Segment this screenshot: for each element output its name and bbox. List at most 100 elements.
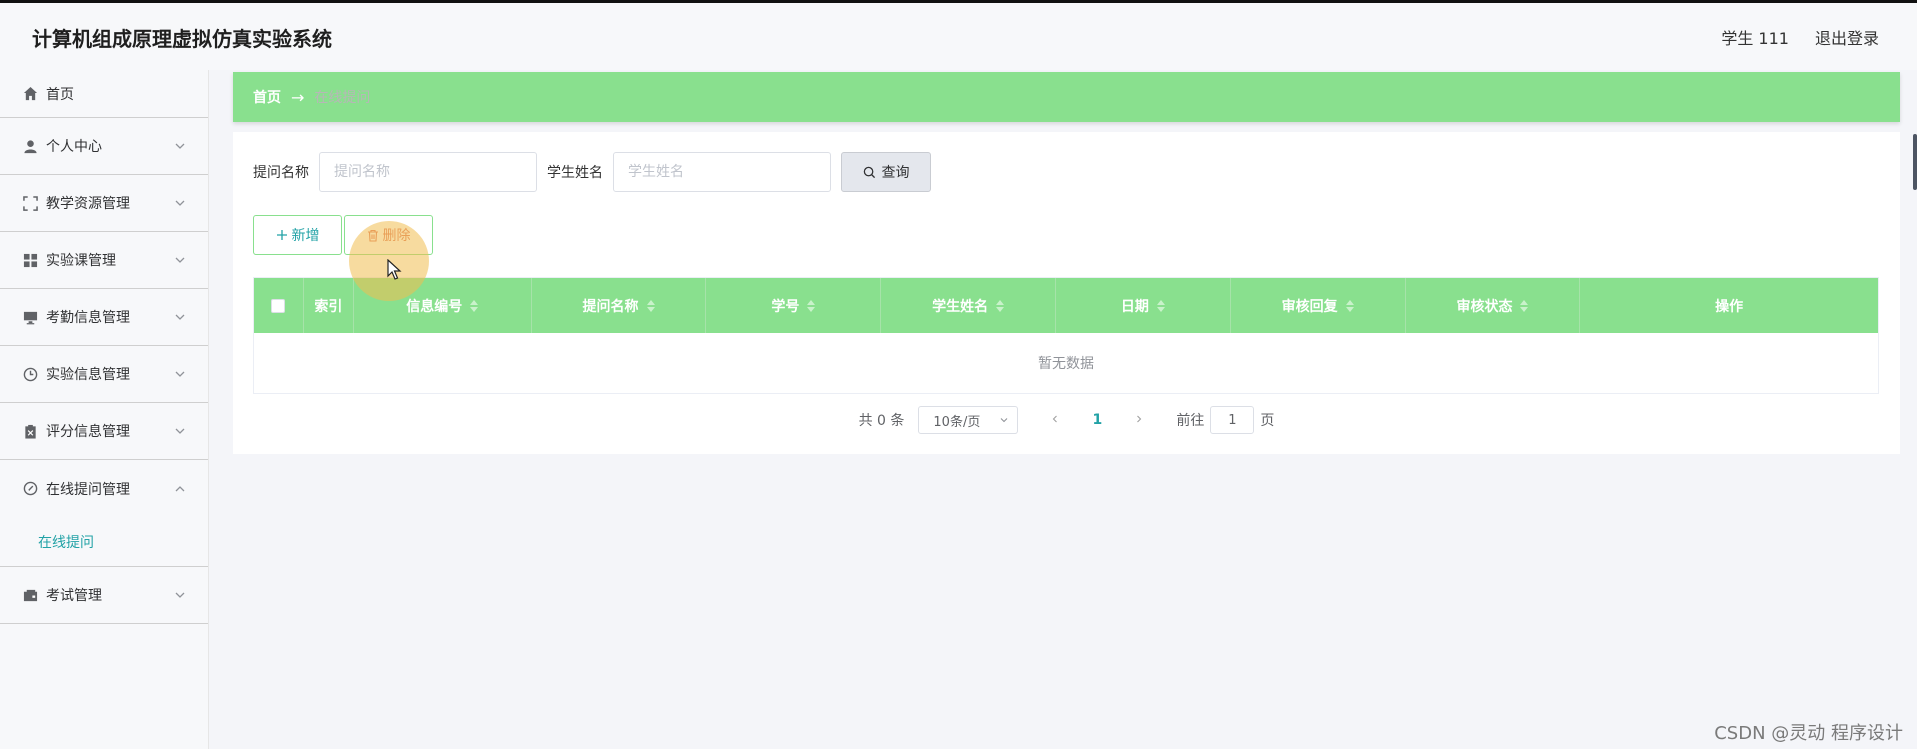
sidebar-item-scoring[interactable]: 评分信息管理 bbox=[0, 403, 208, 460]
column-header-label: 学号 bbox=[771, 298, 800, 315]
clipboard-icon bbox=[22, 423, 38, 439]
main-panel: 提问名称 学生姓名 查询 新增 删除 索引 信息编号 bbox=[233, 132, 1900, 454]
sort-icon[interactable] bbox=[996, 299, 1005, 312]
grid-icon bbox=[22, 252, 38, 268]
sidebar-item-label: 考勤信息管理 bbox=[46, 310, 130, 326]
breadcrumb-arrow: → bbox=[291, 87, 305, 107]
sort-icon[interactable] bbox=[1156, 299, 1165, 312]
chevron-down-icon bbox=[175, 257, 185, 263]
chevron-down-icon bbox=[175, 200, 185, 206]
user-icon bbox=[22, 138, 38, 154]
select-all-checkbox[interactable] bbox=[271, 298, 286, 313]
query-button-label: 查询 bbox=[881, 165, 910, 181]
watermark: CSDN @灵动 程序设计 bbox=[1714, 723, 1903, 744]
sidebar-item-label: 评分信息管理 bbox=[46, 424, 130, 440]
goto-page-input[interactable] bbox=[1210, 406, 1255, 434]
fullscreen-icon bbox=[22, 195, 38, 211]
chevron-down-icon bbox=[175, 143, 185, 149]
column-header-label: 审核状态 bbox=[1456, 298, 1513, 315]
column-header-review-reply[interactable]: 审核回复 bbox=[1231, 278, 1406, 333]
top-bar: 计算机组成原理虚拟仿真实验系统 学生 111 退出登录 bbox=[0, 0, 1917, 70]
sidebar-item-label: 教学资源管理 bbox=[46, 196, 130, 212]
logout-link[interactable]: 退出登录 bbox=[1815, 25, 1879, 49]
sidebar-item-label: 实验信息管理 bbox=[46, 367, 130, 383]
search-icon bbox=[863, 166, 875, 178]
sort-icon[interactable] bbox=[1520, 299, 1529, 312]
column-header-date[interactable]: 日期 bbox=[1056, 278, 1231, 333]
sidebar-item-label: 个人中心 bbox=[46, 139, 102, 155]
goto-label: 前往 bbox=[1176, 413, 1205, 429]
sidebar-item-personal-center[interactable]: 个人中心 bbox=[0, 118, 208, 175]
sidebar-item-teaching-resources[interactable]: 教学资源管理 bbox=[0, 175, 208, 232]
chevron-down-icon bbox=[1001, 418, 1008, 423]
wallet-icon bbox=[22, 587, 38, 603]
sidebar: 首页 个人中心 教学资源管理 实验课管理 考勤信息管理 实验信息管理 评分信息管… bbox=[0, 70, 209, 749]
select-all-cell bbox=[254, 278, 304, 333]
goto-suffix: 页 bbox=[1260, 413, 1275, 429]
sidebar-item-lab-course[interactable]: 实验课管理 bbox=[0, 232, 208, 289]
column-header-label: 学生姓名 bbox=[932, 298, 989, 315]
sort-icon[interactable] bbox=[807, 299, 816, 312]
column-header-question-name[interactable]: 提问名称 bbox=[532, 278, 707, 333]
app-title: 计算机组成原理虚拟仿真实验系统 bbox=[32, 27, 332, 51]
sort-icon[interactable] bbox=[646, 299, 655, 312]
table-empty-state: 暂无数据 bbox=[1038, 356, 1094, 372]
user-label[interactable]: 学生 111 bbox=[1721, 25, 1789, 49]
column-header-actions: 操作 bbox=[1580, 278, 1878, 333]
prev-page-button[interactable] bbox=[1040, 412, 1070, 428]
chevron-down-icon bbox=[175, 428, 185, 434]
pagination-total: 共 0 条 bbox=[858, 413, 905, 429]
add-button-label: 新增 bbox=[291, 228, 320, 244]
sidebar-item-online-questions[interactable]: 在线提问管理 bbox=[0, 460, 208, 517]
column-header-review-status[interactable]: 审核状态 bbox=[1406, 278, 1581, 333]
pagination: 共 0 条 10条/页 1 前往 页 bbox=[233, 406, 1900, 434]
column-header-label: 提问名称 bbox=[582, 298, 639, 315]
table-header: 索引 信息编号 提问名称 学号 学生姓名 日期 审核回复 审核状态 操作 bbox=[254, 278, 1878, 333]
sidebar-item-attendance[interactable]: 考勤信息管理 bbox=[0, 289, 208, 346]
query-button[interactable]: 查询 bbox=[841, 152, 931, 192]
page-size-value: 10条/页 bbox=[933, 414, 981, 430]
next-page-button[interactable] bbox=[1124, 412, 1154, 428]
chevron-up-icon bbox=[175, 485, 185, 491]
add-button[interactable]: 新增 bbox=[253, 215, 342, 255]
sidebar-item-home[interactable]: 首页 bbox=[0, 70, 208, 118]
column-header-student-id[interactable]: 学号 bbox=[706, 278, 882, 333]
scrollbar-thumb[interactable] bbox=[1913, 134, 1917, 190]
top-right-nav: 学生 111 退出登录 bbox=[1721, 25, 1879, 49]
column-header-student-name[interactable]: 学生姓名 bbox=[881, 278, 1056, 333]
breadcrumb-home[interactable]: 首页 bbox=[253, 87, 281, 107]
clock-icon bbox=[22, 366, 38, 382]
compass-icon bbox=[22, 481, 38, 497]
trash-icon bbox=[367, 229, 378, 242]
sidebar-item-label: 在线提问管理 bbox=[46, 481, 130, 498]
home-icon bbox=[22, 86, 38, 102]
plus-icon bbox=[276, 230, 287, 240]
sidebar-item-lab-info[interactable]: 实验信息管理 bbox=[0, 346, 208, 403]
column-header-label: 操作 bbox=[1715, 298, 1744, 315]
sidebar-item-label: 实验课管理 bbox=[46, 253, 116, 269]
chevron-left-icon bbox=[1053, 415, 1058, 423]
sidebar-item-label: 首页 bbox=[46, 86, 74, 103]
column-header-label: 审核回复 bbox=[1281, 298, 1338, 315]
search-form: 提问名称 学生姓名 查询 bbox=[253, 152, 931, 192]
column-header-info-id[interactable]: 信息编号 bbox=[354, 278, 532, 333]
question-name-input[interactable] bbox=[319, 152, 537, 192]
sidebar-subitem-online-question[interactable]: 在线提问 bbox=[0, 517, 208, 567]
sort-icon[interactable] bbox=[1345, 299, 1354, 312]
chevron-down-icon bbox=[175, 314, 185, 320]
sidebar-item-label: 考试管理 bbox=[46, 588, 102, 604]
column-header-index: 索引 bbox=[304, 278, 354, 333]
chevron-right-icon bbox=[1137, 415, 1142, 423]
sort-icon[interactable] bbox=[470, 299, 479, 312]
column-header-label: 日期 bbox=[1120, 298, 1149, 315]
student-name-input[interactable] bbox=[613, 152, 831, 192]
column-header-label: 信息编号 bbox=[406, 298, 463, 315]
breadcrumb: 首页 → 在线提问 bbox=[233, 72, 1900, 122]
page-number-current[interactable]: 1 bbox=[1082, 412, 1112, 428]
column-header-label: 索引 bbox=[314, 298, 343, 315]
delete-button[interactable]: 删除 bbox=[344, 215, 433, 255]
action-bar: 新增 删除 bbox=[253, 215, 433, 255]
page-size-select[interactable]: 10条/页 bbox=[918, 406, 1019, 434]
sidebar-item-exam[interactable]: 考试管理 bbox=[0, 567, 208, 624]
data-table: 索引 信息编号 提问名称 学号 学生姓名 日期 审核回复 审核状态 操作 暂无数… bbox=[253, 277, 1879, 394]
